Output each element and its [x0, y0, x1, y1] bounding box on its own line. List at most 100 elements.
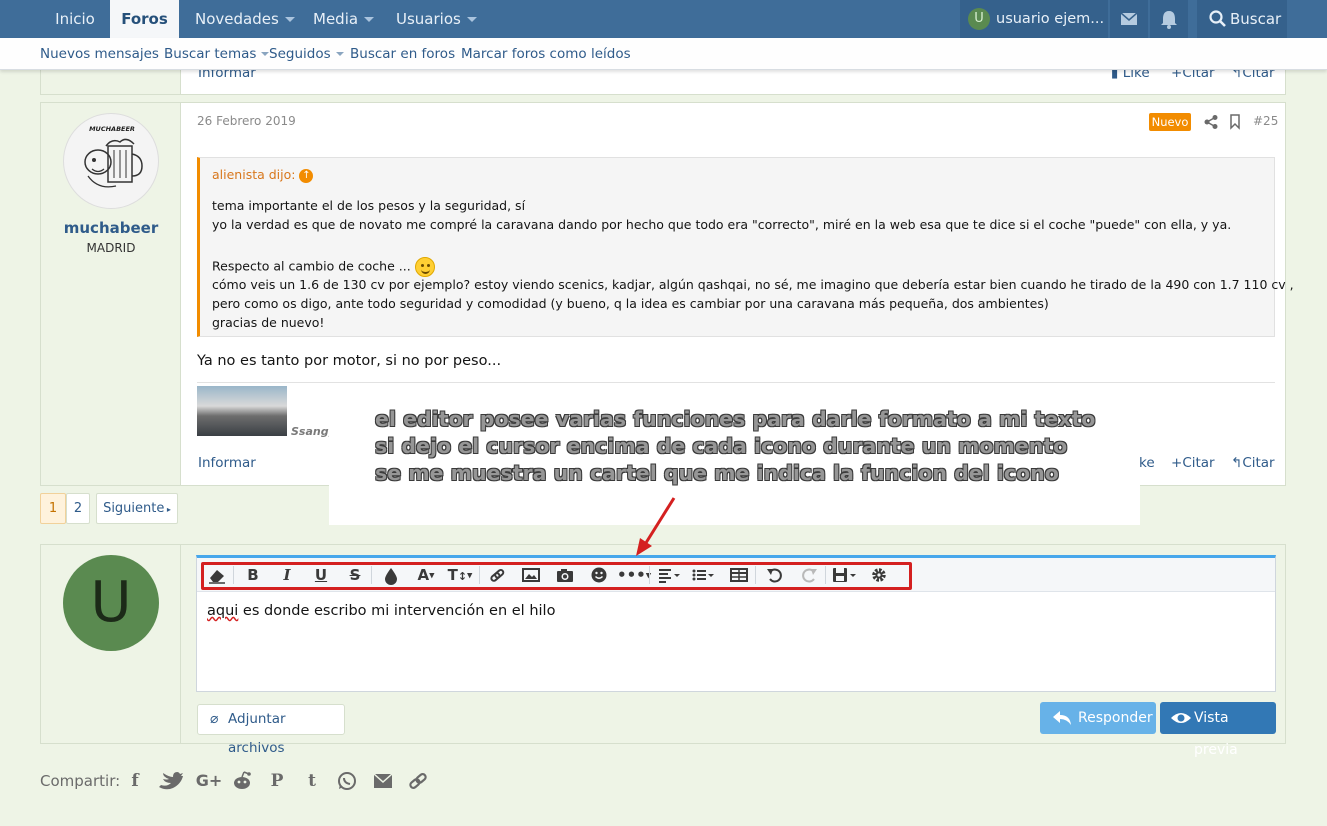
nav-item-novedades[interactable]: Novedades [195, 0, 305, 38]
sublink-mark-read[interactable]: Marcar foros como leídos [461, 38, 631, 70]
quote-line-with-smiley: Respecto al cambio de coche ... [212, 257, 435, 277]
next-page-button[interactable]: Siguiente ▸ [96, 493, 178, 524]
editor-content[interactable]: aqui es donde escribo mi intervención en… [207, 603, 555, 619]
twitter-icon[interactable] [157, 771, 183, 791]
account-menu[interactable]: U usuario ejem... [960, 0, 1108, 38]
sub-navigation: Nuevos mensajes Buscar temas Seguidos Bu… [0, 38, 1327, 70]
sublink-new-posts[interactable]: Nuevos mensajes [40, 38, 159, 70]
google-plus-icon[interactable]: G+ [194, 771, 224, 790]
annotation-line: se me muestra un cartel que me indica la… [375, 461, 1059, 485]
share-icon[interactable] [1203, 114, 1219, 130]
eye-icon [1171, 713, 1191, 723]
annotation-arrow-icon [636, 497, 676, 556]
page-1-button[interactable]: 1 [40, 493, 66, 524]
user-avatar: U [63, 555, 159, 651]
post-user-sidebar: MUCHABEER muchabeer MADRID [41, 103, 181, 485]
report-link[interactable]: Informar [198, 455, 256, 471]
reddit-icon[interactable] [229, 771, 255, 791]
nav-item-usuarios[interactable]: Usuarios [396, 0, 486, 38]
svg-text:MUCHABEER: MUCHABEER [89, 125, 135, 133]
user-avatar: U [968, 8, 990, 30]
attachment-thumbnail[interactable] [197, 386, 287, 436]
smiley-icon [414, 257, 435, 277]
bell-icon [1161, 11, 1177, 29]
sublink-search-forums[interactable]: Buscar en foros [350, 38, 455, 70]
envelope-icon [1120, 12, 1138, 25]
facebook-icon[interactable]: f [122, 771, 148, 791]
inbox-button[interactable] [1110, 0, 1148, 38]
nav-item-foros[interactable]: Foros [110, 0, 179, 38]
post-body: Ya no es tanto por motor, si no por peso… [197, 353, 502, 369]
sublink-label: Buscar temas [164, 46, 257, 62]
editor-toolbar: B I U S A▼ T↕▼ •••▼ [197, 558, 1275, 592]
quote-link[interactable]: +Citar [1171, 455, 1215, 471]
quote-block: alienista dijo: ↑ tema importante el de l… [197, 157, 1294, 337]
pinterest-icon[interactable]: P [264, 771, 290, 791]
search-icon [1209, 10, 1226, 27]
page-2-button[interactable]: 2 [66, 493, 90, 524]
nav-item-label: Foros [121, 10, 168, 28]
quick-reply: U B I U S A▼ T↕▼ ••• aqui es donde escri… [40, 544, 1286, 758]
tumblr-icon[interactable]: t [299, 771, 325, 791]
search-button[interactable]: Buscar [1197, 0, 1287, 38]
toolbar-highlight-box [201, 562, 912, 590]
next-page-label: Siguiente [103, 501, 165, 516]
quote-author[interactable]: alienista dijo: ↑ [212, 167, 314, 183]
top-navigation: Inicio Foros Novedades Media Usuarios U … [0, 0, 1327, 38]
link-icon[interactable] [405, 771, 431, 791]
preview-button[interactable]: Vista previa [1160, 702, 1276, 758]
attach-files-label: Adjuntar archivos [228, 711, 286, 756]
annotation-line: si dejo el cursor encima de cada icono d… [375, 434, 1068, 458]
reply-quote-link[interactable]: ↰Citar [1231, 455, 1275, 471]
quote-label: Citar [1242, 455, 1275, 471]
attach-files-button[interactable]: ⌀ Adjuntar archivos [197, 704, 345, 756]
email-icon[interactable] [370, 771, 396, 791]
quote-label: Citar [1182, 455, 1215, 471]
quote-line: gracias de nuevo! [212, 315, 325, 330]
reply-user-sidebar: U [41, 545, 181, 743]
chevron-down-icon [335, 52, 344, 56]
like-link[interactable]: ke [1139, 455, 1155, 471]
chevron-down-icon [284, 17, 295, 22]
bookmark-icon[interactable] [1229, 114, 1241, 130]
chevron-down-icon [364, 17, 375, 22]
account-name: usuario ejem... [996, 11, 1105, 27]
paperclip-icon: ⌀ [210, 711, 219, 727]
sublink-label: Seguidos [269, 46, 331, 62]
chevron-right-icon: ▸ [164, 505, 171, 514]
editor-text: es donde escribo mi intervención en el h… [238, 603, 556, 619]
plus-icon: + [1171, 455, 1183, 471]
post-user-location: MADRID [86, 241, 136, 255]
beer-mug-avatar-icon: MUCHABEER [84, 125, 143, 188]
user-avatar[interactable]: MUCHABEER [63, 113, 159, 209]
quote-line: yo la verdad es que de novato me compré … [212, 217, 1232, 232]
quote-line: cómo veis un 1.6 de 130 cv por ejemplo? … [212, 277, 1294, 292]
annotation-callout: el editor posee varias funciones para da… [329, 395, 1140, 525]
reply-icon [1053, 711, 1071, 725]
search-label: Buscar [1230, 10, 1282, 28]
nav-item-inicio[interactable]: Inicio [40, 0, 110, 38]
nav-item-label: Novedades [195, 10, 279, 28]
quote-line-text: Respecto al cambio de coche ... [212, 258, 411, 274]
chevron-down-icon [466, 17, 477, 22]
misspelled-word: aqui [207, 603, 239, 619]
post-date[interactable]: 26 Febrero 2019 [197, 114, 296, 128]
sublink-search-threads[interactable]: Buscar temas [164, 38, 270, 70]
divider [197, 382, 1275, 383]
sublink-watched[interactable]: Seguidos [269, 38, 344, 70]
nav-item-media[interactable]: Media [313, 0, 388, 38]
reply-label: Responder [1078, 710, 1153, 726]
quote-line: pero como os digo, ante todo seguridad y… [212, 296, 1049, 311]
alerts-button[interactable] [1150, 0, 1188, 38]
post-number[interactable]: #25 [1253, 114, 1278, 128]
annotation-line: el editor posee varias funciones para da… [375, 407, 1096, 431]
new-badge: Nuevo [1149, 113, 1191, 131]
post-username[interactable]: muchabeer [41, 219, 181, 237]
whatsapp-icon[interactable] [334, 771, 360, 791]
nav-item-label: Usuarios [396, 10, 461, 28]
arrow-up-icon: ↑ [299, 168, 314, 183]
rich-text-editor[interactable]: B I U S A▼ T↕▼ •••▼ [196, 555, 1276, 692]
reply-button[interactable]: Responder [1040, 702, 1156, 734]
nav-item-label: Media [313, 10, 359, 28]
reply-arrow-icon: ↰ [1231, 455, 1243, 471]
